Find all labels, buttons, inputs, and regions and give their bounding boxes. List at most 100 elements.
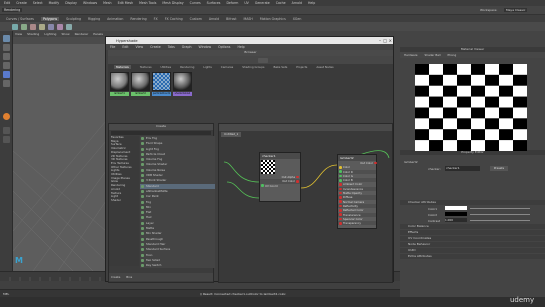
scale-tool-icon[interactable] — [3, 80, 10, 87]
material-swatch[interactable] — [173, 72, 192, 91]
checker-node[interactable]: checker1 Out Alpha Out Color UV Coord — [259, 152, 301, 202]
shelf-tab[interactable]: XGen — [293, 17, 302, 21]
hypershade-menu-item[interactable]: File — [110, 45, 115, 49]
maximize-icon[interactable]: □ — [383, 38, 387, 43]
browser-tab[interactable]: Bake Sets — [273, 65, 287, 69]
layout-icon[interactable] — [3, 136, 10, 143]
sphere-icon[interactable] — [12, 23, 18, 30]
viewport-menu-item[interactable]: Show — [61, 32, 69, 36]
mode-dropdown[interactable]: Rendering — [2, 8, 23, 12]
presets-button[interactable]: Presets — [490, 166, 508, 171]
port-dot[interactable] — [339, 196, 342, 199]
minimize-icon[interactable]: – — [379, 38, 381, 43]
port-dot[interactable] — [339, 170, 342, 173]
viewport-menu-item[interactable]: Renderer — [75, 32, 89, 36]
menu-item[interactable]: Mesh Tools — [139, 1, 156, 5]
material-swatch[interactable] — [131, 72, 150, 91]
attribute-section[interactable]: UUID — [400, 248, 545, 253]
rotate-tool-icon[interactable] — [3, 71, 10, 78]
port-dot[interactable] — [339, 213, 342, 216]
shelf-tab[interactable]: Custom — [190, 17, 202, 21]
port-dot[interactable] — [339, 217, 342, 221]
shelf-tab[interactable]: FX — [154, 17, 158, 21]
browser-tab[interactable]: Lights — [203, 65, 211, 69]
browser-tab[interactable]: Utilities — [161, 65, 172, 69]
node-editor[interactable]: Untitled_1 checker1 Out Alpha Out Color UV… — [218, 123, 393, 283]
cylinder-icon[interactable] — [30, 23, 36, 30]
hypershade-menu-item[interactable]: Options — [218, 45, 230, 49]
port-dot[interactable] — [339, 200, 342, 204]
material-viewer-option[interactable]: Hardware — [404, 53, 418, 57]
attribute-section[interactable]: Color Balance — [400, 224, 545, 229]
cone-icon[interactable] — [39, 23, 45, 30]
viewport-menu-item[interactable]: Lighting — [44, 32, 56, 36]
create-tree-item[interactable]: Shader — [109, 198, 139, 203]
port-dot[interactable] — [339, 209, 342, 212]
checker-port[interactable]: UV Coord — [260, 184, 300, 188]
viewport[interactable]: M — [13, 31, 106, 271]
hypershade-menu-item[interactable]: Window — [199, 45, 212, 49]
move-tool-icon[interactable] — [3, 62, 10, 69]
menu-item[interactable]: Select — [33, 1, 43, 5]
attribute-value[interactable] — [445, 206, 467, 210]
hypershade-menu-item[interactable]: Graph — [182, 45, 192, 49]
menu-item[interactable]: Mesh Display — [162, 1, 183, 5]
workspace-dropdown[interactable]: Maya Classic — [504, 8, 528, 12]
search-icon[interactable] — [258, 57, 268, 63]
attribute-slider[interactable] — [470, 219, 530, 221]
material-viewer-option[interactable]: Shader Ball — [425, 53, 441, 57]
viewport-menu-item[interactable]: View — [15, 32, 22, 36]
menu-item[interactable]: Surfaces — [207, 1, 221, 5]
menu-item[interactable]: Create — [16, 1, 27, 5]
shelf-tab[interactable]: Curves / Surfaces — [6, 17, 34, 21]
shelf-tab[interactable]: Arnold — [209, 17, 219, 21]
lambert-node[interactable]: lambert2 Out Color Color Color R Color G Co… — [337, 154, 377, 229]
port-dot[interactable] — [339, 178, 342, 182]
torus-icon[interactable] — [57, 23, 63, 30]
shelf-tab[interactable]: Rigging — [88, 17, 100, 21]
material-swatch[interactable] — [152, 72, 171, 91]
select-tool-icon[interactable] — [3, 35, 10, 42]
create-list-item[interactable]: Ray Switch — [140, 263, 215, 268]
cube-icon[interactable] — [21, 23, 27, 30]
port-dot[interactable] — [339, 174, 342, 178]
shelf-tab[interactable]: Animation — [107, 17, 123, 21]
port-dot[interactable] — [296, 175, 299, 179]
attribute-section[interactable]: Extra Attributes — [400, 254, 545, 259]
menu-item[interactable]: Help — [308, 1, 315, 5]
menu-item[interactable]: Mesh — [103, 1, 111, 5]
attribute-section[interactable]: Effects — [400, 230, 545, 235]
menu-item[interactable]: Cache — [276, 1, 286, 5]
hypershade-menu-item[interactable]: Edit — [122, 45, 128, 49]
hypershade-menu-item[interactable]: View — [136, 45, 144, 49]
shelf-tab[interactable]: Motion Graphics — [260, 17, 286, 21]
hypershade-menu-item[interactable]: Help — [237, 45, 244, 49]
shelf-tab[interactable]: Polygons — [40, 16, 60, 21]
browser-tab[interactable]: Asset Nodes — [316, 65, 333, 69]
browser-tab[interactable]: Shading Groups — [242, 65, 264, 69]
attribute-value[interactable] — [445, 212, 467, 216]
create-footer-tab[interactable]: Create — [111, 275, 120, 279]
shelf-tab[interactable]: FX Caching — [165, 17, 183, 21]
browser-tab[interactable]: Cameras — [221, 65, 233, 69]
browser-tab[interactable]: Rendering — [180, 65, 194, 69]
close-icon[interactable]: × — [389, 38, 392, 43]
menu-item[interactable]: Generate — [255, 1, 270, 5]
plane-icon[interactable] — [48, 23, 54, 30]
menu-item[interactable]: Arnold — [292, 1, 302, 5]
disc-icon[interactable] — [66, 23, 72, 30]
port-dot[interactable] — [296, 180, 299, 183]
port-dot[interactable] — [339, 191, 342, 195]
menu-item[interactable]: Modify — [49, 1, 60, 5]
viewport-menu-item[interactable]: Panels — [93, 32, 103, 36]
hypershade-menu-item[interactable]: Create — [150, 45, 161, 49]
layout-icon[interactable] — [3, 127, 10, 134]
menu-item[interactable]: Edit Mesh — [118, 1, 134, 5]
paint-select-icon[interactable] — [3, 53, 10, 60]
port-dot[interactable] — [339, 187, 342, 191]
material-viewer-option[interactable]: Phong — [448, 53, 457, 57]
attribute-section[interactable]: Checker Attributes — [400, 200, 545, 205]
shelf-tab[interactable]: Bifrost — [226, 17, 236, 21]
menu-item[interactable]: UV — [244, 1, 249, 5]
attribute-value[interactable]: 1.000 — [445, 218, 467, 222]
